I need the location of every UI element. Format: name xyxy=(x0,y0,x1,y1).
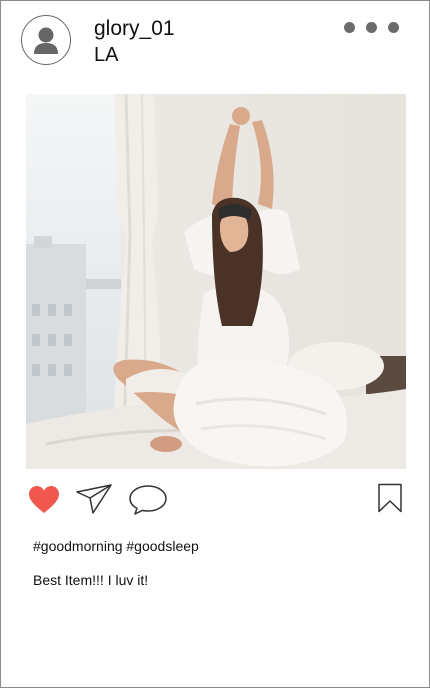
username[interactable]: glory_01 xyxy=(94,17,175,41)
share-button[interactable] xyxy=(75,483,113,520)
heart-icon xyxy=(29,486,59,513)
post-caption: Best Item!!! I luv it! xyxy=(33,572,149,588)
more-horizontal-icon xyxy=(388,22,399,33)
post-hashtags[interactable]: #goodmorning #goodsleep xyxy=(33,538,199,554)
post-actions xyxy=(1,483,429,519)
more-horizontal-icon xyxy=(366,22,377,33)
more-horizontal-icon xyxy=(344,22,355,33)
like-button[interactable] xyxy=(28,485,60,520)
post-photo[interactable] xyxy=(26,94,406,469)
post-photo-image xyxy=(26,94,406,469)
comment-bubble-icon xyxy=(129,485,167,515)
save-button[interactable] xyxy=(377,483,403,518)
avatar[interactable] xyxy=(21,15,71,65)
user-icon xyxy=(34,27,58,54)
more-options-button[interactable] xyxy=(344,22,399,33)
location[interactable]: LA xyxy=(94,43,118,67)
post-card: glory_01 LA #goodmorning #goodsleep Best… xyxy=(0,0,430,688)
comment-button[interactable] xyxy=(127,484,169,521)
bookmark-icon xyxy=(378,483,402,513)
send-icon xyxy=(76,484,112,514)
